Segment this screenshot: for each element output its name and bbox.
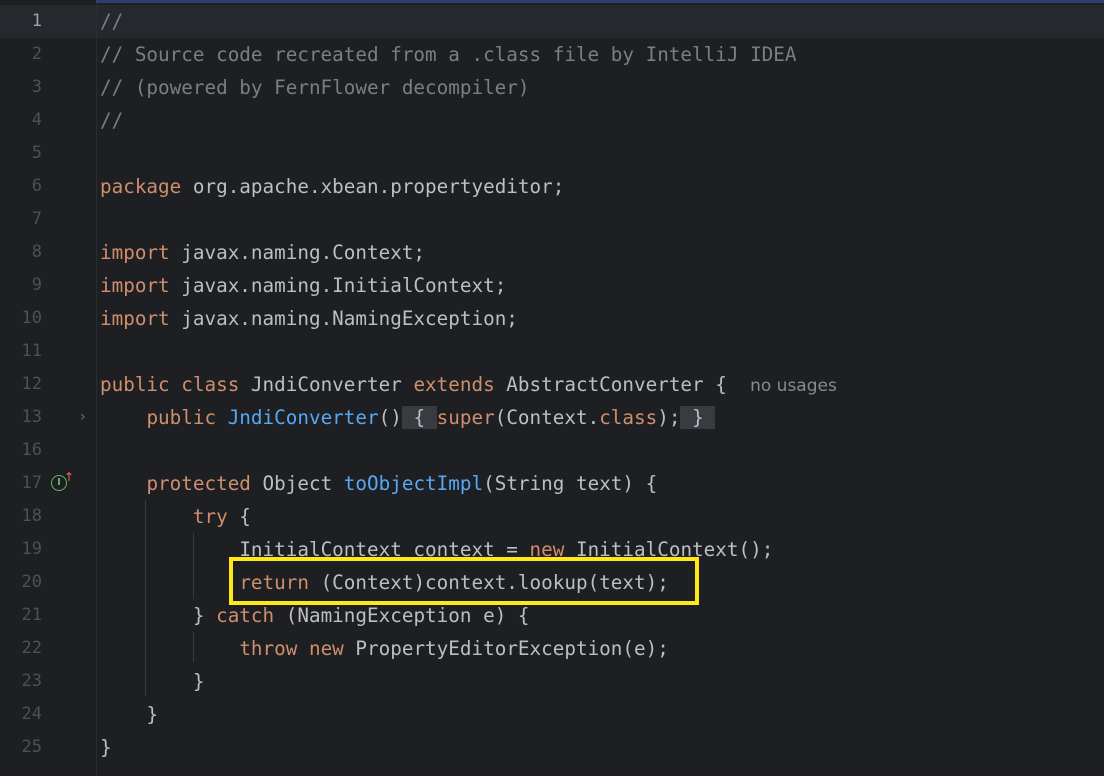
code-line[interactable]: // Source code recreated from a .class f…: [100, 38, 797, 71]
line-number[interactable]: 5: [0, 137, 42, 170]
code-text: }: [192, 670, 205, 693]
highlight-annotation-box: [229, 557, 699, 605]
keyword: catch: [216, 604, 275, 627]
keyword: protected: [146, 472, 251, 495]
code-text: javax.naming.NamingException;: [169, 307, 518, 330]
code-text: (NamingException e) {: [274, 604, 530, 627]
code-text: PropertyEditorException(e);: [343, 637, 669, 660]
line-number[interactable]: 25: [0, 731, 42, 764]
line-number[interactable]: 4: [0, 104, 42, 137]
keyword: throw: [239, 637, 298, 660]
line-number[interactable]: 23: [0, 665, 42, 698]
current-line-highlight: [0, 5, 1104, 38]
code-line[interactable]: // (powered by FernFlower decompiler): [100, 71, 530, 104]
line-number[interactable]: 17: [0, 467, 42, 500]
code-text: Object: [250, 472, 344, 495]
line-number[interactable]: 20: [0, 566, 42, 599]
code-text: }: [146, 703, 159, 726]
code-line[interactable]: protected Object toObjectImpl(String tex…: [100, 467, 657, 500]
line-number[interactable]: 1: [0, 5, 42, 38]
usages-inlay-hint[interactable]: no usages: [750, 376, 837, 396]
keyword: super: [436, 406, 495, 429]
method-name: JndiConverter: [227, 406, 379, 429]
code-line[interactable]: //: [100, 5, 123, 38]
code-line[interactable]: import javax.naming.Context;: [100, 236, 425, 269]
keyword: import: [100, 274, 170, 297]
code-text: (Context.: [494, 406, 600, 429]
keyword: public: [146, 406, 217, 429]
method-name: toObjectImpl: [343, 472, 484, 495]
fold-expand-icon[interactable]: ›: [80, 401, 92, 434]
line-number[interactable]: 24: [0, 698, 42, 731]
keyword: class: [599, 406, 658, 429]
keyword: extends: [413, 373, 495, 396]
code-text: {: [227, 505, 251, 528]
keyword: public: [100, 373, 170, 396]
code-text: javax.naming.InitialContext;: [169, 274, 507, 297]
keyword: try: [192, 505, 228, 528]
line-number[interactable]: 9: [0, 269, 42, 302]
code-line[interactable]: import javax.naming.InitialContext;: [100, 269, 506, 302]
code-line[interactable]: package org.apache.xbean.propertyeditor;: [100, 170, 564, 203]
line-number[interactable]: 18: [0, 500, 42, 533]
line-number[interactable]: 16: [0, 434, 42, 467]
folded-brace-close[interactable]: }: [680, 406, 716, 429]
code-line[interactable]: public class JndiConverter extends Abstr…: [100, 368, 837, 401]
gutter-separator: [96, 3, 97, 776]
keyword: package: [100, 175, 182, 198]
line-number[interactable]: 10: [0, 302, 42, 335]
code-text: org.apache.xbean.propertyeditor;: [181, 175, 565, 198]
line-number[interactable]: 6: [0, 170, 42, 203]
code-line[interactable]: }: [100, 665, 205, 698]
code-text: AbstractConverter {: [494, 373, 727, 396]
keyword: import: [100, 241, 170, 264]
line-number[interactable]: 19: [0, 533, 42, 566]
code-text: javax.naming.Context;: [169, 241, 426, 264]
code-text: }: [192, 604, 217, 627]
line-number[interactable]: 22: [0, 632, 42, 665]
editor-top-border: [0, 0, 1104, 3]
line-number[interactable]: 3: [0, 71, 42, 104]
line-number[interactable]: 8: [0, 236, 42, 269]
keyword: class: [181, 373, 240, 396]
code-line[interactable]: }: [100, 731, 112, 764]
code-text: (): [378, 406, 402, 429]
class-name: JndiConverter: [239, 373, 414, 396]
folded-brace-open[interactable]: {: [401, 406, 437, 429]
code-line[interactable]: throw new PropertyEditorException(e);: [100, 632, 669, 665]
keyword: import: [100, 307, 170, 330]
code-line[interactable]: public JndiConverter() { super(Context.c…: [100, 401, 716, 434]
go-to-super-arrow-icon[interactable]: ↑: [64, 470, 74, 484]
line-number[interactable]: 12: [0, 368, 42, 401]
keyword: new: [308, 637, 344, 660]
line-number[interactable]: 11: [0, 335, 42, 368]
code-text: (String text) {: [483, 472, 658, 495]
code-line[interactable]: }: [100, 698, 158, 731]
line-number[interactable]: 7: [0, 203, 42, 236]
line-number[interactable]: 21: [0, 599, 42, 632]
line-number[interactable]: 2: [0, 38, 42, 71]
code-line[interactable]: try {: [100, 500, 251, 533]
line-number[interactable]: 13: [0, 401, 42, 434]
code-text: );: [657, 406, 681, 429]
code-line[interactable]: //: [100, 104, 123, 137]
code-line[interactable]: import javax.naming.NamingException;: [100, 302, 518, 335]
